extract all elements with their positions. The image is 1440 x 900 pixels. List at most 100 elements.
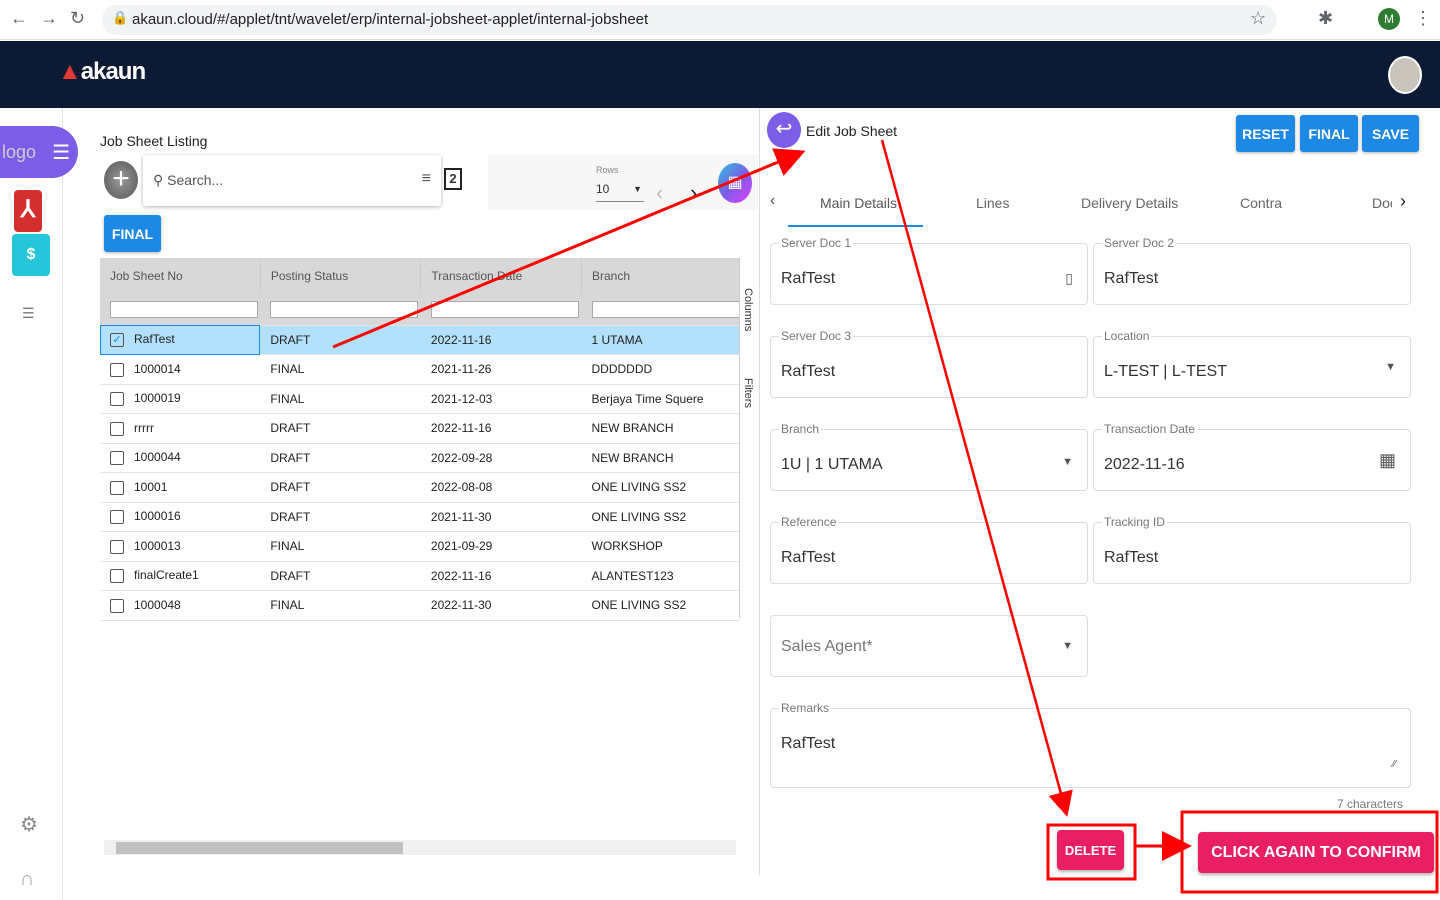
delete-button[interactable]: DELETE [1057, 830, 1124, 870]
branch: ALANTEST123 [581, 561, 740, 591]
job-sheet-no: rrrrr [134, 420, 154, 435]
forward-icon[interactable]: → [40, 8, 58, 29]
rows-select[interactable]: 10 ▼ [596, 182, 644, 202]
tabs-next-icon[interactable]: › [1400, 191, 1406, 212]
server-doc-3-field[interactable]: Server Doc 3 RafTest [770, 329, 1088, 398]
table-row[interactable]: 1000014 FINAL 2021-11-26 DDDDDDD [100, 354, 740, 385]
column-filter-input[interactable] [591, 300, 740, 318]
row-checkbox[interactable] [110, 392, 124, 407]
location-select[interactable]: Location L-TEST | L-TEST ▼ [1093, 329, 1411, 398]
job-sheet-no: finalCreate1 [134, 568, 199, 583]
table-row[interactable]: 1000048 FINAL 2022-11-30 ONE LIVING SS2 [100, 590, 740, 621]
tab-delivery-details[interactable]: Delivery Details [1081, 195, 1178, 211]
document-icon[interactable]: ▯ [1065, 270, 1073, 287]
user-avatar[interactable] [1388, 56, 1422, 94]
server-doc-1-field[interactable]: Server Doc 1 RafTest ▯ [770, 236, 1088, 305]
table-row[interactable]: ✓ RafTest DRAFT 2022-11-16 1 UTAMA [100, 325, 740, 355]
table-row[interactable]: 1000016 DRAFT 2021-11-30 ONE LIVING SS2 [100, 502, 740, 532]
sidebar-invoice-app-icon[interactable]: $ [12, 234, 50, 276]
table-row[interactable]: 1000019 FINAL 2021-12-03 Berjaya Time Sq… [100, 384, 740, 414]
branch: NEW BRANCH [581, 443, 740, 473]
reset-button[interactable]: RESET [1236, 115, 1295, 152]
resize-handle-icon[interactable]: ⁄⁄ [1393, 759, 1396, 770]
table-row[interactable]: finalCreate1 DRAFT 2022-11-16 ALANTEST12… [100, 561, 740, 591]
columns-tab[interactable]: Columns [742, 288, 754, 331]
posting-status: DRAFT [260, 561, 421, 591]
table-row[interactable]: rrrrr DRAFT 2022-11-16 NEW BRANCH [100, 413, 740, 444]
transaction-date: 2022-11-16 [420, 561, 582, 591]
server-doc-2-field[interactable]: Server Doc 2 RafTest [1093, 236, 1411, 305]
column-header[interactable]: Job Sheet No [100, 258, 261, 294]
calendar-icon[interactable]: ▦ [1379, 450, 1396, 471]
row-checkbox[interactable] [110, 539, 124, 554]
reload-icon[interactable]: ↻ [70, 8, 85, 29]
job-sheet-no: 1000044 [134, 450, 181, 465]
posting-status: FINAL [260, 531, 421, 562]
sales-agent-select[interactable]: Sales Agent* ▼ [770, 615, 1088, 677]
add-button[interactable]: + [104, 161, 138, 199]
chevron-down-icon: ▼ [1385, 361, 1396, 373]
save-button[interactable]: SAVE [1362, 115, 1419, 152]
tab-main-details[interactable]: Main Details [820, 195, 897, 211]
filter-icon[interactable]: ≡ [422, 170, 431, 188]
profile-avatar[interactable]: M [1378, 8, 1400, 30]
confirm-delete-button[interactable]: CLICK AGAIN TO CONFIRM [1198, 832, 1434, 873]
row-checkbox[interactable] [110, 510, 124, 525]
remarks-textarea[interactable]: Remarks RafTest ⁄⁄ [770, 701, 1411, 788]
row-checkbox[interactable] [110, 598, 124, 613]
listing-title: Job Sheet Listing [100, 133, 208, 149]
extensions-icon[interactable]: ✱ [1318, 8, 1333, 29]
grid-view-icon[interactable]: ▦ [718, 163, 752, 203]
row-checkbox[interactable] [110, 569, 124, 584]
job-sheet-no: 1000048 [134, 597, 181, 612]
row-checkbox[interactable] [110, 480, 124, 495]
scrollbar-thumb[interactable] [116, 842, 403, 854]
transaction-date: 2022-08-08 [420, 472, 582, 503]
tracking-id-field[interactable]: Tracking ID RafTest [1093, 515, 1411, 584]
address-bar[interactable]: akaun.cloud/#/applet/tnt/wavelet/erp/int… [102, 5, 1277, 35]
job-sheet-table: Job Sheet No Posting Status Transaction … [100, 258, 740, 621]
column-header[interactable]: Branch [581, 258, 740, 294]
final-button[interactable]: FINAL [1300, 115, 1358, 152]
row-checkbox[interactable] [110, 421, 124, 436]
tabs-prev-icon[interactable]: ‹ [770, 192, 775, 210]
posting-status: DRAFT [260, 443, 421, 473]
column-filter-input[interactable] [430, 300, 579, 318]
column-header[interactable]: Posting Status [260, 258, 422, 294]
search-input[interactable]: ⚲ Search... ≡ [143, 155, 441, 206]
tab-doc[interactable]: Doc [1372, 195, 1392, 211]
row-checkbox[interactable]: ✓ [110, 333, 124, 348]
next-page-icon[interactable]: › [690, 180, 697, 206]
table-row[interactable]: 10001 DRAFT 2022-08-08 ONE LIVING SS2 [100, 472, 740, 503]
row-checkbox[interactable] [110, 362, 124, 377]
table-row[interactable]: 1000013 FINAL 2021-09-29 WORKSHOP [100, 531, 740, 562]
filters-tab[interactable]: Filters [742, 378, 754, 408]
brand-logo[interactable]: ▲akaun [58, 58, 146, 86]
list-icon[interactable]: ☰ [22, 305, 35, 322]
sidebar-pdf-app-icon[interactable]: ⅄ [14, 190, 42, 232]
settings-gear-icon[interactable]: ⚙ [20, 812, 38, 837]
tab-contra[interactable]: Contra [1240, 195, 1282, 211]
branch: 1 UTAMA [581, 325, 740, 355]
back-icon[interactable]: ← [10, 8, 28, 29]
search-icon: ⚲ [153, 172, 164, 188]
posting-status: FINAL [260, 384, 421, 414]
copy-count-icon[interactable]: 2 [444, 168, 462, 190]
bookmark-star-icon[interactable]: ☆ [1250, 8, 1266, 29]
column-filter-input[interactable] [270, 300, 419, 318]
branch-select[interactable]: Branch 1U | 1 UTAMA ▼ [770, 422, 1088, 491]
support-headset-icon[interactable]: ∩ [20, 868, 34, 891]
table-row[interactable]: 1000044 DRAFT 2022-09-28 NEW BRANCH [100, 443, 740, 473]
transaction-date-field[interactable]: Transaction Date 2022-11-16 ▦ [1093, 422, 1411, 491]
chevron-down-icon: ▼ [1062, 640, 1073, 652]
reference-field[interactable]: Reference RafTest [770, 515, 1088, 584]
row-checkbox[interactable] [110, 451, 124, 466]
final-button[interactable]: FINAL [104, 215, 161, 252]
column-header[interactable]: Transaction Date [420, 258, 582, 294]
tab-lines[interactable]: Lines [976, 195, 1009, 211]
column-filter-input[interactable] [110, 300, 258, 318]
posting-status: DRAFT [260, 325, 421, 355]
menu-icon[interactable]: ⋮ [1414, 8, 1432, 29]
back-button[interactable]: ↩ [767, 112, 801, 148]
prev-page-icon[interactable]: ‹ [656, 180, 663, 206]
